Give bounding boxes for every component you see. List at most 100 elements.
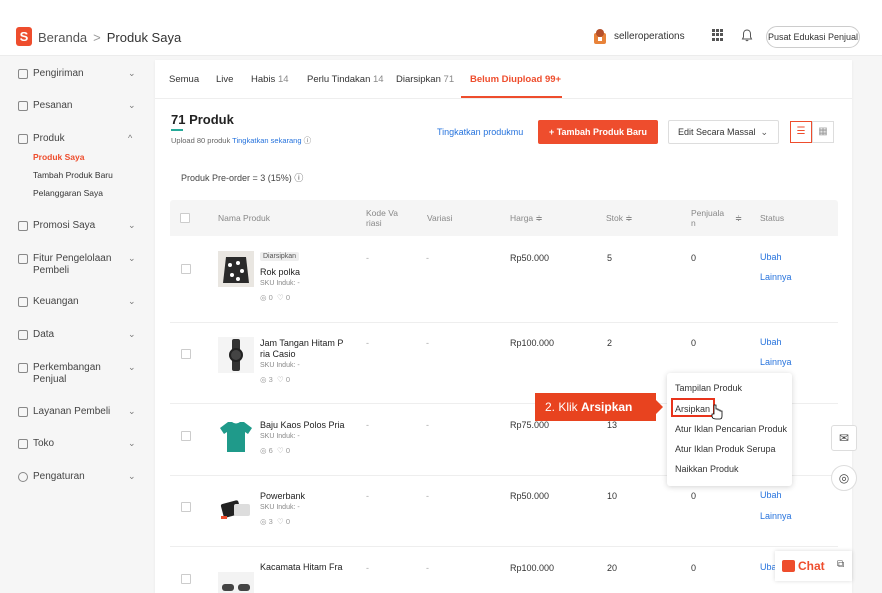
row-divider xyxy=(170,322,838,323)
product-icon xyxy=(18,134,28,144)
product-name[interactable]: Jam Tangan Hitam P ria Casio xyxy=(260,338,350,360)
cell-variasi: - xyxy=(426,253,429,263)
product-sku: SKU Induk: - xyxy=(260,280,300,287)
product-stats: ◎ 3 ♡ 0 xyxy=(260,375,290,384)
cell-penjualan: 0 xyxy=(691,338,697,348)
table-header: Nama Produk Kode Va riasi Variasi Harga … xyxy=(170,200,838,236)
chart-icon xyxy=(18,330,28,340)
sidebar-sub-pelanggaran[interactable]: Pelanggaran Saya xyxy=(33,188,103,198)
products-card: Semua Live Habis 14 Perlu Tindakan 14 Di… xyxy=(155,60,852,593)
chat-icon xyxy=(18,407,28,417)
product-sku: SKU Induk: - xyxy=(260,504,300,511)
sidebar-sub-tambah-produk[interactable]: Tambah Produk Baru xyxy=(33,170,113,180)
expand-icon[interactable]: ⧉ xyxy=(837,559,844,570)
list-view-icon[interactable]: ☰ xyxy=(790,121,812,143)
edit-link[interactable]: Ubah xyxy=(760,252,782,262)
avatar-icon[interactable] xyxy=(592,27,608,45)
tab-belum-diupload[interactable]: Belum Diupload 99+ xyxy=(470,74,561,85)
chevron-down-icon: ⌄ xyxy=(128,100,136,110)
row-checkbox[interactable] xyxy=(181,431,191,441)
upgrade-now-link[interactable]: Tingkatkan sekarang xyxy=(232,136,301,145)
menu-item-tampilan-produk[interactable]: Tampilan Produk xyxy=(675,383,742,393)
top-bar: S Beranda > Produk Saya selleroperations P… xyxy=(0,0,882,56)
tab-diarsipkan[interactable]: Diarsipkan 71 xyxy=(396,74,454,85)
product-thumbnail[interactable] xyxy=(218,490,254,526)
username[interactable]: selleroperations xyxy=(614,31,685,42)
cell-kode: - xyxy=(366,420,369,430)
product-thumbnail[interactable] xyxy=(218,337,254,373)
product-sku: SKU Induk: - xyxy=(260,362,300,369)
archived-badge: Diarsipkan xyxy=(260,252,300,261)
product-name[interactable]: Rok polka xyxy=(260,267,350,278)
breadcrumb-home[interactable]: Beranda xyxy=(38,30,87,45)
gear-icon xyxy=(18,472,28,482)
more-link[interactable]: Lainnya xyxy=(760,272,792,282)
edit-link[interactable]: Ubah xyxy=(760,337,782,347)
edu-center-button[interactable]: Pusat Edukasi Penjual xyxy=(766,26,860,48)
row-checkbox[interactable] xyxy=(181,574,191,584)
row-checkbox[interactable] xyxy=(181,264,191,274)
col-harga[interactable]: Harga ≑ xyxy=(510,213,543,223)
chevron-down-icon: ⌄ xyxy=(128,438,136,448)
more-link[interactable]: Lainnya xyxy=(760,357,792,367)
bulk-edit-dropdown[interactable]: Edit Secara Massal ⌄ xyxy=(668,120,779,144)
product-name[interactable]: Baju Kaos Polos Pria xyxy=(260,420,350,431)
menu-item-iklan-serupa[interactable]: Atur Iklan Produk Serupa xyxy=(675,444,776,454)
add-product-button[interactable]: + Tambah Produk Baru xyxy=(538,120,658,144)
row-checkbox[interactable] xyxy=(181,349,191,359)
chevron-down-icon: ⌄ xyxy=(760,127,768,137)
col-variasi: Variasi xyxy=(427,213,453,223)
row-checkbox[interactable] xyxy=(181,502,191,512)
upload-progress-bar xyxy=(171,129,183,131)
tab-habis[interactable]: Habis 14 xyxy=(251,74,289,85)
select-all-checkbox[interactable] xyxy=(180,213,190,223)
product-thumbnail[interactable] xyxy=(218,572,254,593)
col-status: Status xyxy=(760,213,785,223)
sort-icon[interactable]: ≑ xyxy=(735,213,742,223)
preorder-info: Produk Pre-order = 3 (15%) ⓘ xyxy=(181,173,304,183)
menu-item-naikkan-produk[interactable]: Naikkan Produk xyxy=(675,464,739,474)
chevron-down-icon: ⌄ xyxy=(128,296,136,306)
bell-icon[interactable] xyxy=(741,29,753,42)
col-penjualan[interactable]: Penjuala n xyxy=(691,208,729,228)
help-icon[interactable]: ⓘ xyxy=(304,136,312,145)
cell-penjualan: 0 xyxy=(691,253,697,263)
product-name[interactable]: Kacamata Hitam Fra xyxy=(260,562,350,573)
tab-perlu-tindakan[interactable]: Perlu Tindakan 14 xyxy=(307,74,384,85)
chevron-down-icon: ⌄ xyxy=(128,406,136,416)
cell-stok: 13 xyxy=(607,420,618,430)
eye-icon: ◎ xyxy=(260,517,267,526)
users-icon xyxy=(18,254,28,264)
more-link[interactable]: Lainnya xyxy=(760,511,792,521)
edit-link[interactable]: Ubah xyxy=(760,490,782,500)
grid-view-icon[interactable]: ▦ xyxy=(812,121,834,143)
breadcrumb: Beranda > Produk Saya xyxy=(38,30,181,45)
apps-grid-icon[interactable] xyxy=(712,29,724,41)
tab-live[interactable]: Live xyxy=(216,74,233,85)
cell-penjualan: 0 xyxy=(691,563,697,573)
cell-variasi: - xyxy=(426,420,429,430)
chat-bar[interactable]: Chat ⧉ xyxy=(775,551,852,581)
truck-icon xyxy=(18,69,28,79)
shopee-logo[interactable]: S xyxy=(16,27,32,46)
upgrade-products-link[interactable]: Tingkatkan produkmu xyxy=(437,127,523,137)
tabs-divider xyxy=(155,98,852,99)
chevron-down-icon: ⌄ xyxy=(128,471,136,481)
tab-semua[interactable]: Semua xyxy=(169,74,199,85)
chevron-down-icon: ⌄ xyxy=(128,253,136,263)
col-kode-variasi: Kode Va riasi xyxy=(366,208,398,228)
product-thumbnail[interactable] xyxy=(218,251,254,287)
support-icon[interactable]: ◎ xyxy=(831,465,857,491)
col-stok[interactable]: Stok ≑ xyxy=(606,213,633,223)
product-thumbnail[interactable] xyxy=(218,418,254,454)
product-sku: SKU Induk: - xyxy=(260,433,300,440)
cell-harga: Rp50.000 xyxy=(510,491,550,501)
inbox-icon[interactable]: ✉ xyxy=(831,425,857,451)
chevron-down-icon: ⌄ xyxy=(128,362,136,372)
sidebar-sub-produk-saya[interactable]: Produk Saya xyxy=(33,152,85,162)
product-name[interactable]: Powerbank xyxy=(260,491,350,502)
help-icon[interactable]: ⓘ xyxy=(294,173,303,183)
cell-variasi: - xyxy=(426,338,429,348)
menu-item-iklan-pencarian[interactable]: Atur Iklan Pencarian Produk xyxy=(675,424,787,434)
cell-variasi: - xyxy=(426,491,429,501)
